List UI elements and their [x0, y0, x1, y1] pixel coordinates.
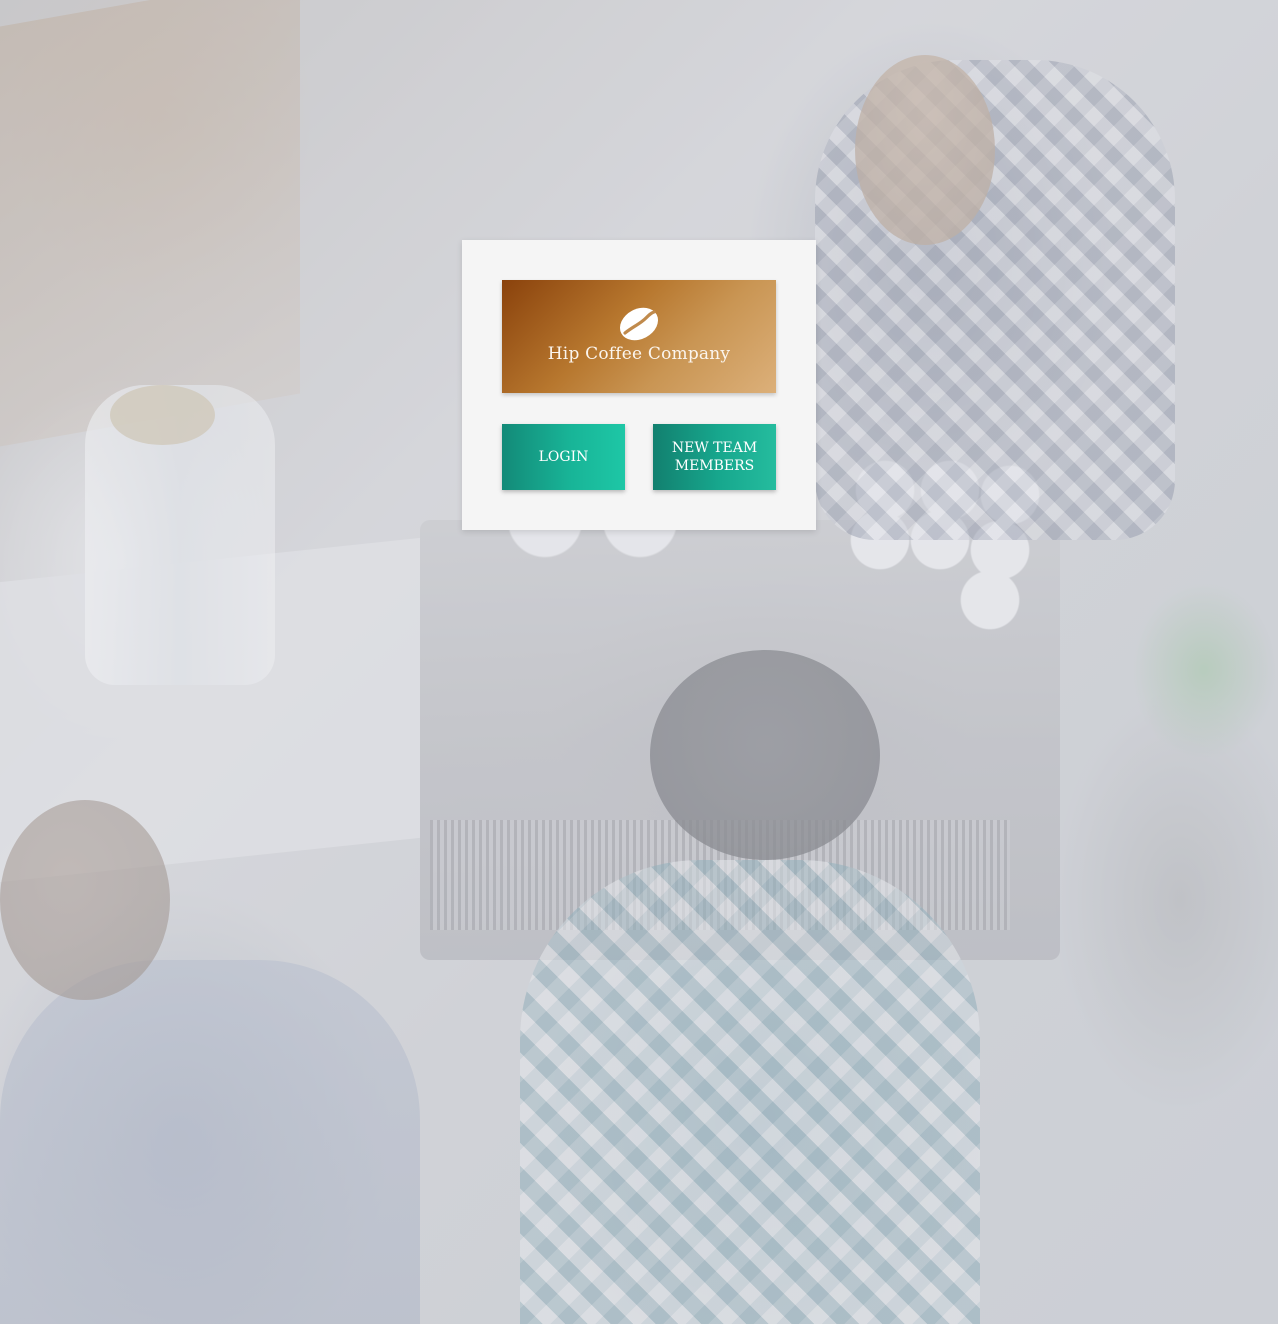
login-card: Hip Coffee Company LOGIN NEW TEAM MEMBER… — [462, 240, 816, 530]
brand-name: Hip Coffee Company — [547, 344, 731, 364]
coffee-bean-icon — [619, 307, 659, 341]
new-team-members-button-label: NEW TEAM MEMBERS — [671, 440, 758, 474]
new-team-members-button[interactable]: NEW TEAM MEMBERS — [653, 424, 776, 490]
login-page: Hip Coffee Company LOGIN NEW TEAM MEMBER… — [0, 0, 1278, 1324]
brand-logo-panel: Hip Coffee Company — [502, 280, 776, 393]
login-button-label: LOGIN — [538, 449, 589, 465]
login-button[interactable]: LOGIN — [502, 424, 625, 490]
background-overlay — [0, 0, 1278, 1324]
